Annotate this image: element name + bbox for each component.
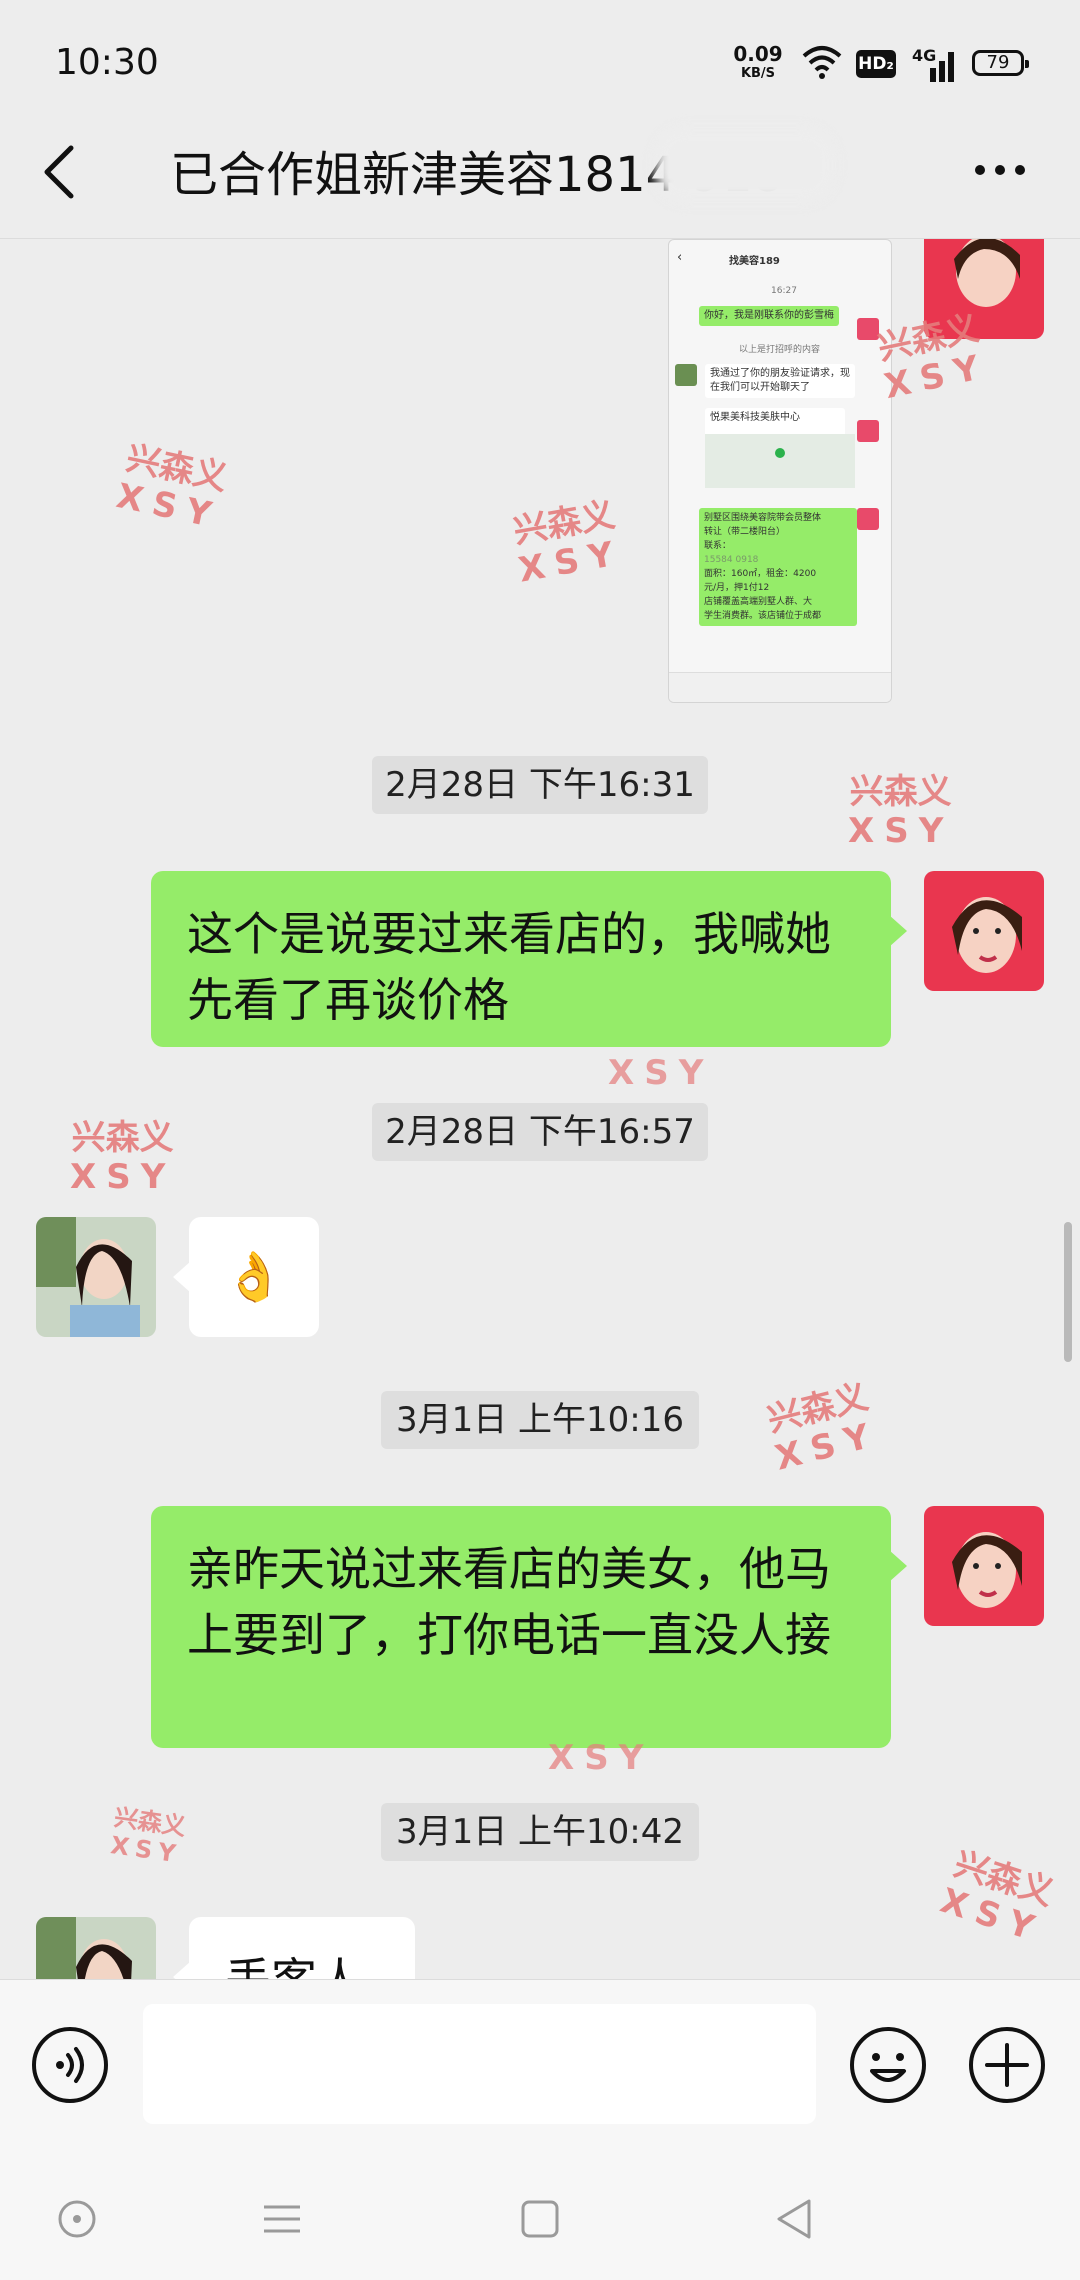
plus-icon[interactable]	[967, 2025, 1047, 2105]
watermark: 兴森义 XSY	[113, 438, 232, 537]
contact-avatar[interactable]	[36, 1917, 156, 1979]
mini-line: 面积：160㎡，租金：4200	[704, 569, 817, 579]
bubble-tail	[173, 1261, 191, 1293]
input-bar	[0, 1979, 1080, 2150]
message-text: 丢客人	[225, 1953, 363, 1979]
mini-line: 转让（带二楼阳台）	[704, 527, 786, 537]
avatar-photo	[924, 1506, 1044, 1626]
sent-message-bubble[interactable]: 这个是说要过来看店的，我喊她先看了再谈价格	[151, 871, 907, 1047]
received-message-bubble[interactable]: 丢客人	[173, 1917, 415, 1979]
voice-icon[interactable]	[30, 2025, 110, 2105]
contact-avatar[interactable]	[36, 1217, 156, 1337]
mini-line: 15584 0918	[704, 555, 759, 565]
mini-avatar	[675, 364, 697, 386]
watermark-line: 兴森义	[849, 772, 952, 812]
mini-header: 找美容189	[729, 256, 780, 267]
signal-icon	[930, 52, 954, 82]
scrollbar-thumb[interactable]	[1064, 1222, 1072, 1362]
circle-nav-icon[interactable]	[47, 2189, 107, 2249]
watermark: 兴森义 XSY	[109, 1803, 188, 1869]
chat-message-list[interactable]: ‹ 找美容189 16:27 你好，我是刚联系你的彭雪梅 以上是打招呼的内容 我…	[0, 239, 1080, 1979]
mini-input-bar	[669, 672, 891, 702]
menu-nav-icon[interactable]	[252, 2189, 312, 2249]
battery-icon: 79	[972, 50, 1029, 76]
message-timestamp: 2月28日 下午16:57	[372, 1103, 708, 1161]
watermark: XSY	[548, 1738, 654, 1778]
message-text: 👌	[224, 1249, 284, 1305]
received-message-bubble[interactable]: 👌	[173, 1217, 319, 1337]
message-timestamp: 2月28日 下午16:31	[372, 756, 708, 814]
network-speed-value: 0.09	[733, 42, 783, 66]
avatar-photo	[36, 1917, 156, 1979]
mini-map	[705, 434, 855, 488]
watermark: 兴森义 XSY	[509, 495, 626, 591]
mini-back-icon: ‹	[677, 250, 683, 265]
mini-message: 别墅区围绕美容院带会员整体 转让（带二楼阳台） 联系： 15584 0918 面…	[699, 508, 857, 626]
watermark-line: XSY	[848, 811, 954, 852]
mini-avatar	[857, 508, 879, 530]
wifi-icon	[802, 46, 842, 79]
sent-message-bubble[interactable]: 亲昨天说过来看店的美女，他马上要到了，打你电话一直没人接	[151, 1506, 907, 1748]
title-bar: 已合作姐新津美容1814 918	[0, 110, 1080, 239]
watermark-line: XSY	[70, 1157, 176, 1198]
my-avatar[interactable]	[924, 871, 1044, 991]
avatar-photo	[924, 871, 1044, 991]
watermark: 兴森义 XSY	[762, 1377, 883, 1479]
status-bar: 10:30 0.09 KB/S HD₂ 4G 79	[0, 0, 1080, 110]
watermark-line: 兴森义	[71, 1118, 174, 1158]
mini-system-text: 以上是打招呼的内容	[739, 345, 821, 355]
mini-line: 店铺覆盖高端别墅人群、大	[704, 597, 813, 607]
watermark: 兴森义 XSY	[935, 1844, 1059, 1952]
my-avatar[interactable]	[924, 1506, 1044, 1626]
home-nav-icon[interactable]	[510, 2189, 570, 2249]
watermark: 兴森义 XSY	[848, 772, 954, 852]
watermark-line: XSY	[608, 1053, 714, 1093]
avatar-photo	[36, 1217, 156, 1337]
phone-redaction-blur	[655, 128, 835, 202]
bubble-tail	[173, 1961, 191, 1979]
watermark: 兴森义 XSY	[70, 1118, 176, 1198]
mini-line: 别墅区围绕美容院带会员整体	[704, 513, 822, 523]
status-time: 10:30	[55, 42, 159, 83]
mini-message: 你好，我是刚联系你的彭雪梅	[699, 306, 839, 326]
bubble-tail	[889, 915, 907, 947]
mini-line: 学生消费群。该店铺位于成都	[704, 611, 822, 621]
hd-badge: HD₂	[856, 50, 896, 78]
navigation-bar	[0, 2149, 1080, 2280]
mini-avatar	[857, 420, 879, 442]
more-dots-icon[interactable]	[965, 150, 1035, 190]
mini-map-title: 悦果美科技美肤中心	[710, 412, 800, 423]
message-input[interactable]	[143, 2004, 816, 2124]
back-nav-icon[interactable]	[765, 2189, 825, 2249]
back-chevron-icon[interactable]	[35, 140, 85, 204]
watermark-line: XSY	[548, 1738, 654, 1778]
emoji-icon[interactable]	[848, 2025, 928, 2105]
mini-message: 我通过了你的朋友验证请求，现在我们可以开始聊天了	[705, 364, 855, 398]
message-text: 这个是说要过来看店的，我喊她先看了再谈价格	[187, 907, 831, 1027]
mini-line: 元/月，押1付12	[704, 583, 770, 593]
mini-map-card: 悦果美科技美肤中心	[705, 408, 855, 488]
network-speed: 0.09 KB/S	[728, 44, 788, 84]
mini-time: 16:27	[771, 286, 797, 296]
message-timestamp: 3月1日 上午10:16	[381, 1391, 699, 1449]
bubble-tail	[889, 1550, 907, 1582]
mini-line: 联系：	[704, 541, 732, 551]
message-timestamp: 3月1日 上午10:42	[381, 1803, 699, 1861]
shared-screenshot-image[interactable]: ‹ 找美容189 16:27 你好，我是刚联系你的彭雪梅 以上是打招呼的内容 我…	[668, 239, 892, 703]
message-text: 亲昨天说过来看店的美女，他马上要到了，打你电话一直没人接	[187, 1542, 831, 1662]
map-pin-icon	[775, 448, 785, 458]
watermark: XSY	[608, 1053, 714, 1093]
network-speed-unit: KB/S	[740, 66, 776, 81]
